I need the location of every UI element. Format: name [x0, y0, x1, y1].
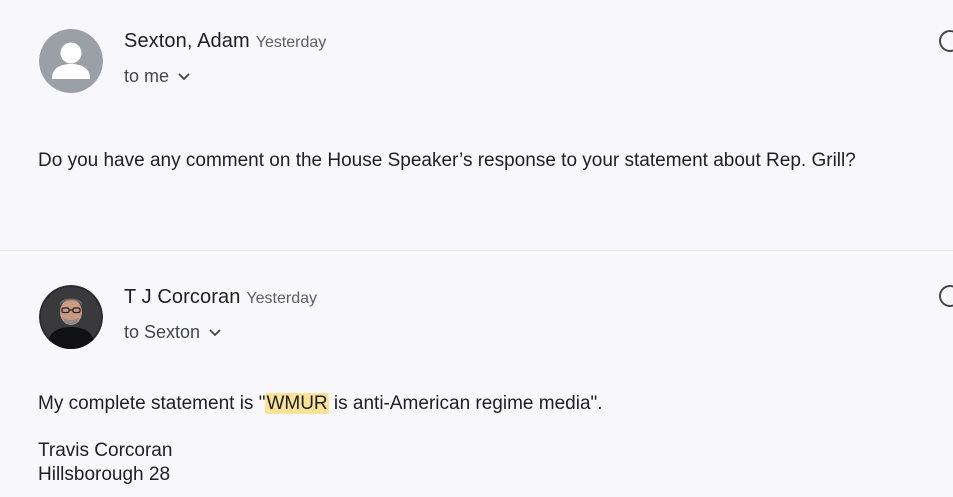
default-avatar-icon[interactable]	[39, 29, 103, 93]
email-thread: Sexton, Adam Yesterday to me Do you have …	[0, 0, 953, 497]
chevron-down-icon[interactable]	[208, 326, 222, 340]
body-text-suffix: is anti-American regime media".	[328, 393, 603, 414]
search-highlight: WMUR	[265, 393, 329, 414]
signature-district: Hillsborough 28	[38, 464, 171, 485]
sender-photo-avatar[interactable]	[39, 285, 103, 349]
body-text-prefix: My complete statement is "	[38, 393, 266, 414]
email-message: T J Corcoran Yesterday to Sexton My compl…	[0, 251, 953, 497]
more-options-icon[interactable]	[939, 30, 953, 52]
sender-line: Sexton, Adam Yesterday	[124, 30, 326, 53]
recipient-label: to Sexton	[124, 322, 201, 342]
message-body: Do you have any comment on the House Spe…	[38, 150, 856, 171]
sender-name[interactable]: Sexton, Adam	[124, 30, 250, 52]
recipient-details[interactable]: to Sexton	[124, 322, 222, 343]
message-body: My complete statement is "WMUR is anti-A…	[38, 392, 603, 416]
signature-name: Travis Corcoran	[38, 440, 173, 461]
email-message: Sexton, Adam Yesterday to me Do you have …	[0, 0, 953, 250]
sender-line: T J Corcoran Yesterday	[124, 286, 317, 309]
sender-name[interactable]: T J Corcoran	[124, 286, 240, 308]
timestamp: Yesterday	[246, 290, 318, 307]
timestamp: Yesterday	[255, 34, 327, 51]
more-options-icon[interactable]	[939, 285, 953, 307]
chevron-down-icon[interactable]	[177, 70, 191, 84]
recipient-details[interactable]: to me	[124, 66, 191, 87]
recipient-label: to me	[124, 66, 170, 86]
